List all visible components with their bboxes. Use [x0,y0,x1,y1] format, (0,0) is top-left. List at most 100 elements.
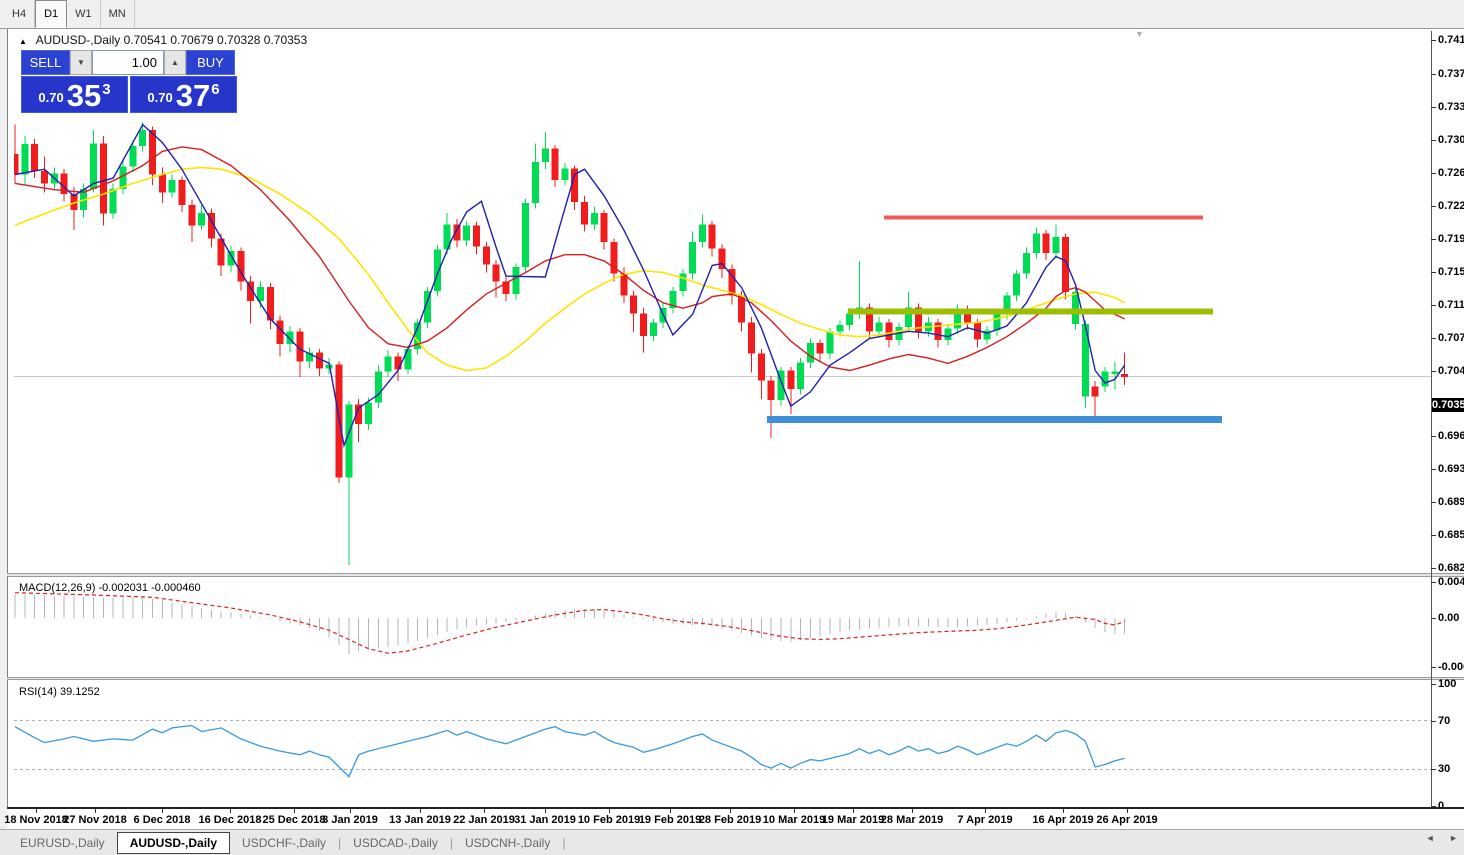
volume-decrease-icon[interactable]: ▼ [70,50,92,75]
candle-body [463,225,470,240]
trendline-support-blue[interactable] [767,416,1222,423]
price-axis-label: 0.73750 [1438,68,1464,80]
tab-timeframe-mn[interactable]: MN [101,0,135,28]
price-axis-tick [1431,206,1436,207]
price-axis-tick [1431,107,1436,108]
candle-body [748,322,755,353]
date-axis-label: 10 Feb 2019 [578,814,640,826]
date-axis-label: 25 Dec 2018 [263,814,326,826]
rsi-chart-canvas[interactable] [14,680,1431,807]
date-axis-tick [294,809,295,813]
candle-body [14,154,19,174]
price-axis-tick [1431,239,1436,240]
date-axis-tick [95,809,96,813]
candle-body [532,162,539,203]
buy-button[interactable]: BUY [186,50,235,75]
candle-body [876,322,883,331]
collapse-arrow-icon[interactable]: ▲ [19,37,27,46]
candle-body [110,189,117,214]
chart-shift-marker-icon[interactable]: ▼ [1135,29,1144,39]
candle-body [522,203,529,267]
buy-price-point: 6 [211,81,219,98]
rsi-axis-tick [1431,769,1436,770]
trendline-level-olive[interactable] [848,309,1213,315]
candle-body [807,343,814,363]
date-axis-tick [670,809,671,813]
date-axis-label: 16 Dec 2018 [199,814,262,826]
candle-body [797,363,804,390]
candle-body [365,403,372,424]
date-axis-label: 13 Jan 2019 [389,814,451,826]
date-axis-label: 19 Feb 2019 [639,814,701,826]
candle-body [1121,374,1128,377]
price-axis-tick [1431,140,1436,141]
candle-body [581,202,588,224]
symbol-tab-eurusd[interactable]: EURUSD-,Daily [8,833,117,853]
candle-body [836,325,843,331]
candle-body [827,331,834,353]
price-axis-tick [1431,469,1436,470]
date-axis-tick [545,809,546,813]
price-axis-tick [1431,568,1436,569]
buy-price-prefix: 0.70 [147,90,172,105]
candle-body [542,149,549,162]
rsi-axis-tick [1431,684,1436,685]
price-axis-tick [1431,74,1436,75]
scroll-left-icon[interactable]: ◄ [1426,833,1435,843]
candle-body [375,371,382,402]
date-axis-tick [985,809,986,813]
macd-chart-canvas[interactable] [14,577,1431,677]
sell-price-pips: 35 [67,79,101,112]
tab-timeframe-d1[interactable]: D1 [35,0,67,28]
buy-price-box[interactable]: 0.70 37 6 [130,76,237,113]
candle-body [709,224,716,248]
candle-body [650,322,657,335]
trendline-resistance-red[interactable] [884,215,1203,219]
candle-body [758,354,765,381]
price-axis-label: 0.73010 [1438,134,1464,146]
symbol-tab-usdcad[interactable]: USDCAD-,Daily [341,833,450,853]
sell-button[interactable]: SELL [21,50,70,75]
date-axis-label: 18 Nov 2018 [4,814,68,826]
tab-timeframe-w1[interactable]: W1 [67,0,101,28]
symbol-tab-usdchf[interactable]: USDCHF-,Daily [230,833,338,853]
price-axis-label: 0.70420 [1438,365,1464,377]
macd-axis-label: 0.00 [1438,612,1459,624]
candle-body [394,356,401,369]
volume-input[interactable]: 1.00 [92,50,164,75]
sell-price-box[interactable]: 0.70 35 3 [21,76,128,113]
tab-timeframe-h4[interactable]: H4 [4,0,35,28]
symbol-tab-usdcnh[interactable]: USDCNH-,Daily [453,833,562,853]
candle-body [385,356,392,371]
candle-body [41,171,48,183]
chart-window: ▲ AUDUSD-,Daily 0.70541 0.70679 0.70328 … [0,29,1464,829]
scroll-right-icon[interactable]: ► [1449,833,1458,843]
candle-body [787,371,794,390]
symbol-tab-separator: | [562,836,565,850]
price-axis-tick [1431,338,1436,339]
price-axis-tick [1431,436,1436,437]
price-axis-label: 0.71900 [1438,233,1464,245]
macd-indicator-label: MACD(12,26,9) -0.002031 -0.000460 [19,582,201,594]
candle-body [689,242,696,273]
price-axis-border [1431,31,1432,807]
sell-price-prefix: 0.70 [38,90,63,105]
date-axis-label: 26 Apr 2019 [1096,814,1157,826]
date-axis-label: 6 Dec 2018 [134,814,191,826]
candle-body [169,180,176,192]
macd-axis-tick [1431,582,1436,583]
volume-increase-icon[interactable]: ▲ [164,50,186,75]
candle-body [1062,237,1069,292]
candle-body [1023,253,1030,273]
macd-axis-label: 0.004694 [1438,576,1464,588]
price-axis-label: 0.70790 [1438,332,1464,344]
date-axis-label: 28 Feb 2019 [699,814,761,826]
price-axis-label: 0.68570 [1438,529,1464,541]
date-axis-tick [912,809,913,813]
candle-body [944,329,951,341]
macd-signal-line [15,593,1125,654]
symbol-tab-audusd[interactable]: AUDUSD-,Daily [117,832,230,854]
candle-body [129,146,136,166]
rsi-axis-tick [1431,721,1436,722]
candle-body [1052,237,1059,253]
